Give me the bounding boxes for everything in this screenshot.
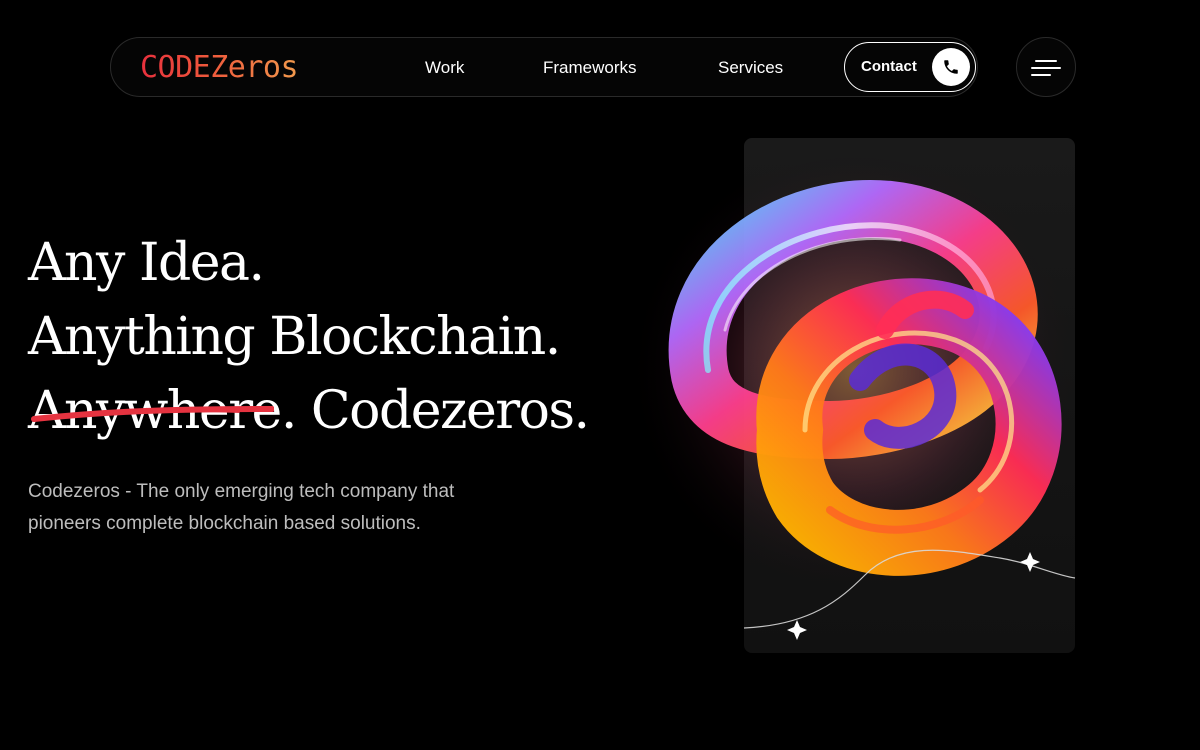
top-nav-bar: CODEZeros Work Frameworks Services Conta… <box>110 37 978 97</box>
nav-link-work[interactable]: Work <box>425 58 464 78</box>
menu-button[interactable] <box>1016 37 1076 97</box>
hero-heading-line-3: Anywhere . Codezeros. <box>28 380 590 442</box>
struck-word: Anywhere <box>28 380 282 442</box>
nav-link-frameworks[interactable]: Frameworks <box>543 58 637 78</box>
codezeros-logo[interactable]: CODEZeros <box>140 51 299 85</box>
hero-heading-line-2: Anything Blockchain. <box>28 307 561 367</box>
contact-button-label: Contact <box>861 58 917 75</box>
hero-art-card <box>744 138 1075 653</box>
hero-heading-line-3-rest: . Codezeros. <box>280 381 590 441</box>
phone-icon <box>932 48 970 86</box>
struck-word-text: Anywhere <box>28 381 282 441</box>
contact-button[interactable]: Contact <box>844 42 976 92</box>
hero-heading-line-1: Any Idea. <box>28 233 265 293</box>
nav-link-services[interactable]: Services <box>718 58 783 78</box>
hero-description: Codezeros - The only emerging tech compa… <box>28 481 455 534</box>
